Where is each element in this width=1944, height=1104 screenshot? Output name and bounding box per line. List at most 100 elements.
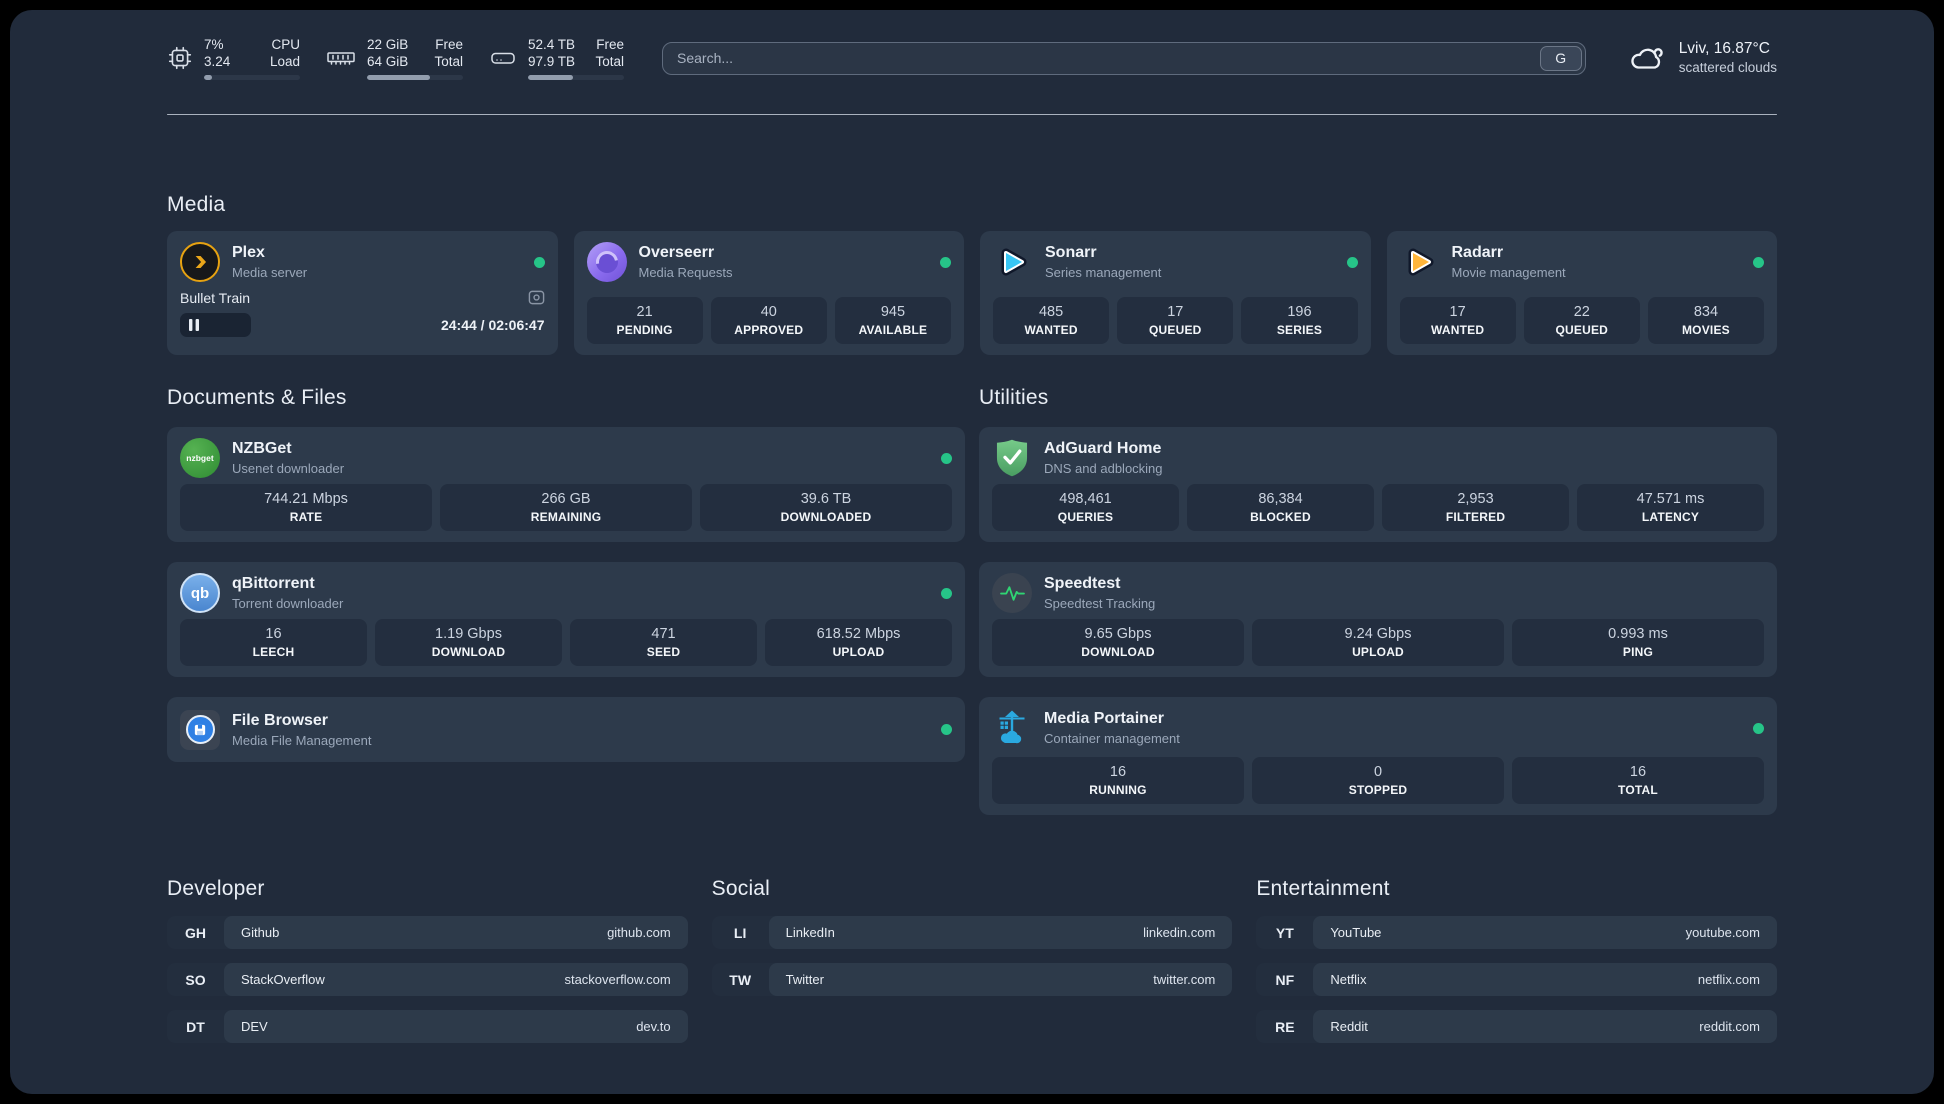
- card-title: Radarr: [1451, 244, 1504, 261]
- stat-leech: 16 LEECH: [180, 619, 367, 666]
- disk-label-2: Total: [595, 54, 624, 69]
- dashboard: 7% 3.24 CPU Load 22 GiB 64 GiB Free Tota…: [10, 10, 1934, 1094]
- stat-remaining: 266 GB REMAINING: [440, 484, 692, 531]
- stat-movies: 834 MOVIES: [1647, 297, 1765, 344]
- now-playing-title: Bullet Train: [180, 289, 251, 306]
- cpu-label-2: Load: [269, 54, 300, 69]
- card-adguard[interactable]: AdGuard Home DNS and adblocking 498,461 …: [979, 427, 1777, 542]
- weather-condition: scattered clouds: [1678, 60, 1777, 75]
- link-url: linkedin.com: [1143, 925, 1216, 940]
- status-dot: [1346, 256, 1358, 268]
- stat-queued: 22 QUEUED: [1523, 297, 1640, 344]
- link-name: Github: [241, 925, 280, 940]
- playback-progress: 24:44 / 02:06:47: [180, 313, 545, 337]
- card-sonarr[interactable]: Sonarr Series management 485 WANTED 17 Q…: [980, 231, 1371, 355]
- portainer-icon: [992, 708, 1032, 748]
- card-portainer[interactable]: Media Portainer Container management 16 …: [979, 697, 1777, 815]
- link-netflix[interactable]: NF Netflix netflix.com: [1256, 963, 1777, 996]
- playback-time: 24:44 / 02:06:47: [440, 317, 545, 333]
- stat-stopped: 0 STOPPED: [1252, 757, 1504, 804]
- card-subtitle: Series management: [1045, 265, 1162, 280]
- section-title-media: Media: [167, 193, 226, 216]
- header-divider: [167, 114, 1777, 115]
- overseerr-icon: [586, 242, 627, 282]
- stat-running: 16 RUNNING: [992, 757, 1244, 804]
- stat-seed: 471 SEED: [570, 619, 757, 666]
- section-title-utilities: Utilities: [979, 386, 1049, 409]
- card-title: AdGuard Home: [1044, 440, 1162, 457]
- stat-download: 9.65 Gbps DOWNLOAD: [992, 619, 1244, 666]
- link-reddit[interactable]: RE Reddit reddit.com: [1256, 1010, 1777, 1043]
- memory-label-2: Total: [434, 54, 463, 69]
- link-url: youtube.com: [1685, 925, 1760, 940]
- card-radarr[interactable]: Radarr Movie management 17 WANTED 22 QUE…: [1386, 231, 1777, 355]
- session-screen-icon: [528, 289, 545, 306]
- card-filebrowser[interactable]: File Browser Media File Management: [167, 697, 965, 762]
- card-subtitle: Media File Management: [232, 732, 372, 748]
- system-stats: 7% 3.24 CPU Load 22 GiB 64 GiB Free Tota…: [167, 36, 624, 80]
- link-name: StackOverflow: [241, 972, 325, 987]
- link-name: DEV: [241, 1019, 268, 1034]
- card-subtitle: DNS and adblocking: [1044, 461, 1163, 476]
- section-title-documents: Documents & Files: [167, 386, 347, 409]
- disk-icon: [489, 46, 517, 70]
- link-twitter[interactable]: TW Twitter twitter.com: [711, 963, 1233, 996]
- cpu-icon: [167, 45, 193, 71]
- memory-free: 22 GiB: [367, 37, 409, 52]
- stat-latency: 47.571 ms LATENCY: [1577, 484, 1764, 531]
- card-plex[interactable]: Plex Media server Bullet Train 24:44 / 0…: [167, 231, 558, 355]
- cloud-icon: [1628, 43, 1666, 73]
- qbittorrent-icon: qb: [180, 573, 220, 613]
- link-abbr: DT: [186, 1018, 205, 1035]
- card-subtitle: Media server: [232, 265, 308, 280]
- memory-progress-bar: [367, 75, 463, 80]
- stat-download: 1.19 Gbps DOWNLOAD: [375, 619, 562, 666]
- link-abbr: LI: [733, 924, 747, 941]
- cpu-usage: 7%: [204, 37, 224, 52]
- search-engine-button[interactable]: G: [1539, 45, 1582, 71]
- plex-icon: [180, 242, 220, 282]
- stat-total: 16 TOTAL: [1512, 757, 1764, 804]
- utilities-column: Utilities AdGuard Home DNS and adblockin…: [979, 386, 1777, 815]
- link-stackoverflow[interactable]: SO StackOverflow stackoverflow.com: [167, 963, 688, 996]
- card-title: File Browser: [232, 711, 329, 729]
- status-dot: [941, 724, 952, 735]
- card-qbittorrent[interactable]: qb qBittorrent Torrent downloader 16 LEE…: [167, 562, 965, 677]
- link-linkedin[interactable]: LI LinkedIn linkedin.com: [711, 916, 1233, 949]
- stat-blocked: 86,384 BLOCKED: [1187, 484, 1374, 531]
- stat-series: 196 SERIES: [1241, 297, 1358, 344]
- link-github[interactable]: GH Github github.com: [167, 916, 688, 949]
- memory-total: 64 GiB: [367, 54, 409, 69]
- search-input[interactable]: [663, 50, 1585, 66]
- card-overseerr[interactable]: Overseerr Media Requests 21 PENDING 40 A…: [573, 231, 964, 355]
- section-title-entertainment: Entertainment: [1256, 877, 1390, 900]
- card-title: Overseerr: [638, 244, 715, 261]
- status-dot: [1753, 722, 1764, 734]
- link-url: netflix.com: [1697, 972, 1760, 987]
- link-youtube[interactable]: YT YouTube youtube.com: [1256, 916, 1777, 949]
- documents-column: Documents & Files nzbget NZBGet Usenet d…: [167, 386, 965, 815]
- memory-icon: [326, 46, 356, 70]
- card-speedtest[interactable]: Speedtest Speedtest Tracking 9.65 Gbps D…: [979, 562, 1777, 677]
- search-bar: G: [662, 41, 1586, 75]
- disk-total: 97.9 TB: [528, 54, 576, 69]
- stat-wanted: 17 WANTED: [1399, 297, 1516, 344]
- card-title: Media Portainer: [1044, 710, 1165, 727]
- link-url: dev.to: [636, 1019, 671, 1034]
- now-playing-row: Bullet Train: [180, 289, 545, 306]
- link-url: reddit.com: [1699, 1019, 1760, 1034]
- entertainment-column: Entertainment YT YouTube youtube.com NF …: [1256, 877, 1777, 1043]
- link-abbr: TW: [729, 971, 752, 988]
- card-nzbget[interactable]: nzbget NZBGet Usenet downloader 744.21 M…: [167, 427, 965, 542]
- speedtest-icon: [992, 573, 1032, 613]
- card-subtitle: Usenet downloader: [232, 461, 345, 476]
- pause-icon: [189, 319, 200, 331]
- link-dev[interactable]: DT DEV dev.to: [167, 1010, 688, 1043]
- card-title: Sonarr: [1045, 244, 1097, 261]
- card-title: NZBGet: [232, 440, 292, 457]
- memory-label-1: Free: [435, 37, 463, 52]
- cpu-progress-bar: [204, 75, 300, 80]
- sonarr-icon: [993, 242, 1033, 282]
- cpu-widget: 7% 3.24 CPU Load: [167, 36, 300, 80]
- nzbget-icon: nzbget: [180, 438, 220, 478]
